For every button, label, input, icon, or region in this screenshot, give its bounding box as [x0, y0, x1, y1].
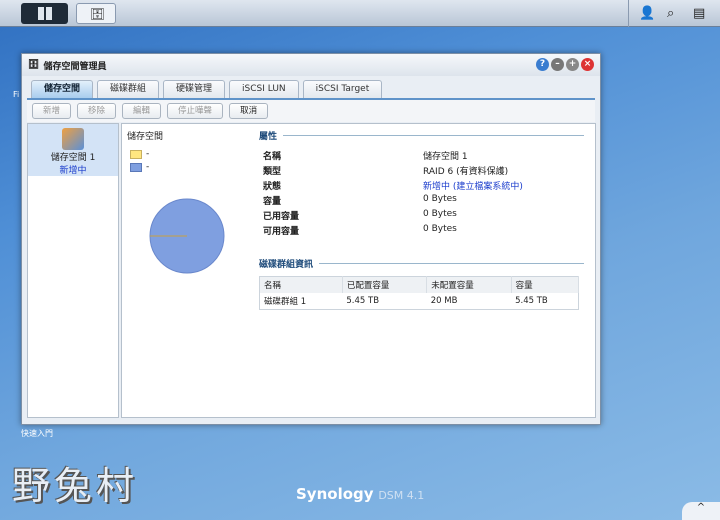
storage-manager-icon: 🗄 [28, 60, 40, 70]
legend-swatch-used [130, 149, 142, 159]
property-row: 名稱 儲存空間 1 [263, 149, 468, 162]
property-label: 已用容量 [263, 212, 300, 222]
property-value: RAID 6 (有資料保護) [423, 167, 509, 177]
column-header-capacity: 容量 [511, 276, 580, 293]
column-header-name: 名稱 [259, 276, 343, 293]
edit-button[interactable]: 編輯 [122, 103, 162, 119]
property-label: 類型 [263, 167, 282, 177]
diskgroup-section-title: 磁碟群組資訊 [259, 257, 584, 270]
remove-button[interactable]: 移除 [77, 103, 117, 119]
property-row: 可用容量 0 Bytes [263, 224, 457, 237]
column-header-unallocated: 未配置容量 [426, 276, 512, 293]
toolbar: 新增 移除 編輯 停止嘩聲 取消 [27, 100, 595, 122]
watermark-logo: 野兔村 [12, 464, 139, 508]
property-row: 容量 0 Bytes [263, 194, 457, 207]
desktop-icon-label[interactable]: Fi [13, 90, 19, 99]
tab-iscsi-lun[interactable]: iSCSI LUN [229, 80, 299, 98]
property-value: 0 Bytes [423, 209, 457, 219]
property-value: 儲存空間 1 [423, 152, 468, 162]
chevron-up-icon[interactable]: ^ [682, 502, 720, 520]
diskgroup-table: 名稱 已配置容量 未配置容量 容量 磁碟群組 1 5.45 TB 20 MB 5… [259, 276, 580, 310]
stop-beep-button[interactable]: 停止嘩聲 [167, 103, 224, 119]
volume-name: 儲存空間 1 [50, 153, 96, 163]
storage-manager-taskbar-button[interactable]: 🗄 [76, 3, 116, 24]
cell-capacity: 5.45 TB [515, 296, 548, 306]
window-title: 儲存空間管理員 [43, 61, 107, 72]
chart-title: 儲存空間 [127, 132, 164, 142]
table-row[interactable]: 磁碟群組 1 5.45 TB 20 MB 5.45 TB [260, 293, 579, 310]
properties-section-title: 屬性 [259, 129, 584, 142]
tab-volume[interactable]: 儲存空間 [31, 80, 94, 98]
tab-hdd-management[interactable]: 硬碟管理 [163, 80, 226, 98]
usage-pie-chart [149, 198, 225, 274]
brand-version: DSM 4.1 [378, 489, 425, 502]
cancel-button[interactable]: 取消 [229, 103, 269, 119]
create-button[interactable]: 新增 [32, 103, 72, 119]
legend-label-used: - [146, 149, 150, 159]
main-menu-button[interactable] [21, 3, 68, 24]
property-row: 已用容量 0 Bytes [263, 209, 457, 222]
volume-details: 儲存空間 - - 屬性 名稱 儲存空間 1 類型 RAID 6 (有資料保護) 狀態 新增… [121, 123, 596, 418]
tab-iscsi-target[interactable]: iSCSI Target [302, 80, 383, 98]
brand-logo: Synology DSM 4.1 [296, 485, 424, 503]
maximize-icon[interactable]: + [566, 58, 579, 71]
property-value: 新增中 (建立檔案系統中) [423, 182, 523, 192]
user-icon[interactable]: 👤 [639, 6, 655, 21]
volume-list-item[interactable]: 儲存空間 1 新增中 [28, 124, 118, 176]
column-header-allocated: 已配置容量 [342, 276, 428, 293]
quick-start-label[interactable]: 快速入門 [21, 428, 53, 439]
volume-list: 儲存空間 1 新增中 [27, 123, 119, 418]
property-value: 0 Bytes [423, 224, 457, 234]
table-header-row: 名稱 已配置容量 未配置容量 容量 [259, 276, 580, 293]
cell-allocated: 5.45 TB [346, 296, 380, 306]
tab-disk-group[interactable]: 磁碟群組 [97, 80, 160, 98]
help-icon[interactable]: ? [536, 58, 549, 71]
property-label: 狀態 [263, 182, 282, 192]
search-icon[interactable]: ⌕ [667, 6, 674, 21]
main-menu-icon [38, 7, 52, 20]
property-row: 狀態 新增中 (建立檔案系統中) [263, 179, 523, 192]
window-titlebar[interactable]: 🗄 儲存空間管理員 [22, 54, 600, 76]
cell-name: 磁碟群組 1 [264, 297, 307, 307]
legend-label-free: - [146, 162, 150, 172]
taskbar: 🗄 👤 ⌕ ▤ [0, 0, 720, 27]
property-label: 名稱 [263, 152, 282, 162]
brand-name: Synology [296, 485, 374, 503]
volume-status: 新增中 [59, 166, 87, 176]
storage-manager-icon: 🗄 [90, 7, 106, 21]
volume-icon [62, 128, 84, 150]
widgets-icon[interactable]: ▤ [693, 6, 705, 21]
close-icon[interactable]: × [581, 58, 594, 71]
property-value: 0 Bytes [423, 194, 457, 204]
property-label: 容量 [263, 197, 282, 207]
storage-manager-window: 🗄 儲存空間管理員 ? – + × 儲存空間 磁碟群組 硬碟管理 iSCSI L… [21, 53, 601, 425]
cell-unallocated: 20 MB [430, 296, 458, 306]
property-label: 可用容量 [263, 227, 300, 237]
property-row: 類型 RAID 6 (有資料保護) [263, 164, 508, 177]
legend-swatch-free [130, 162, 142, 172]
minimize-icon[interactable]: – [551, 58, 564, 71]
